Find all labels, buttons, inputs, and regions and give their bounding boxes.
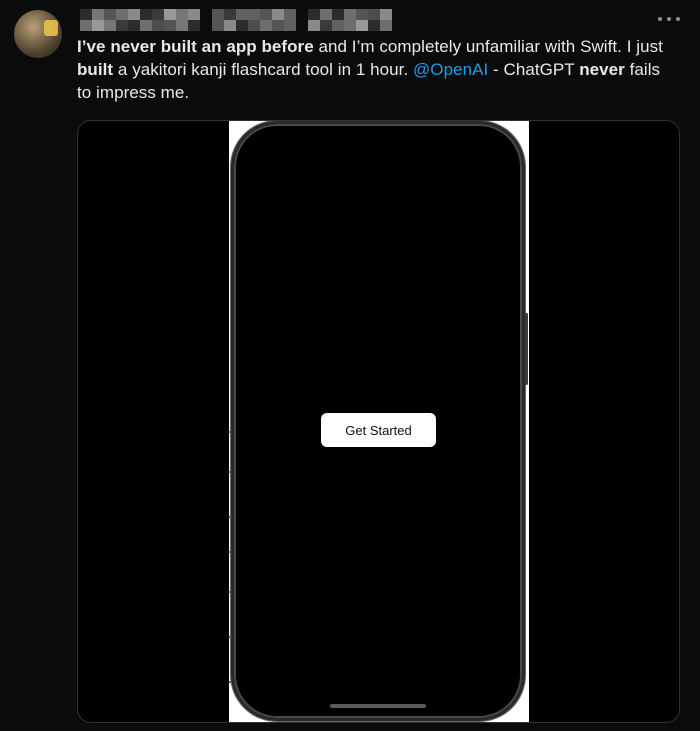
phone-side-button [525,313,528,385]
author-name-pixelated[interactable] [80,9,392,31]
tweet-text-bold-6: never [579,60,625,79]
tweet-text-part-2: and I’m completely unfamiliar with Swift… [313,37,663,56]
tweet-text-bold-3: built [77,60,114,79]
mention-link[interactable]: @OpenAI [413,60,488,79]
tweet-text-bold-1: I’ve never built an app before [77,37,314,56]
avatar[interactable] [14,10,62,58]
avatar-highlight [44,20,58,36]
tweet-text: I’ve never built an app before and I’m c… [77,35,677,104]
tweet-media[interactable]: Get Started [77,120,680,723]
more-horizontal-icon[interactable] [658,12,680,26]
get-started-button[interactable]: Get Started [321,413,436,447]
home-indicator [330,704,426,708]
tweet-text-part-5: - ChatGPT [488,60,580,79]
tweet-text-part-4: a yakitori kanji flashcard tool in 1 hou… [113,60,413,79]
